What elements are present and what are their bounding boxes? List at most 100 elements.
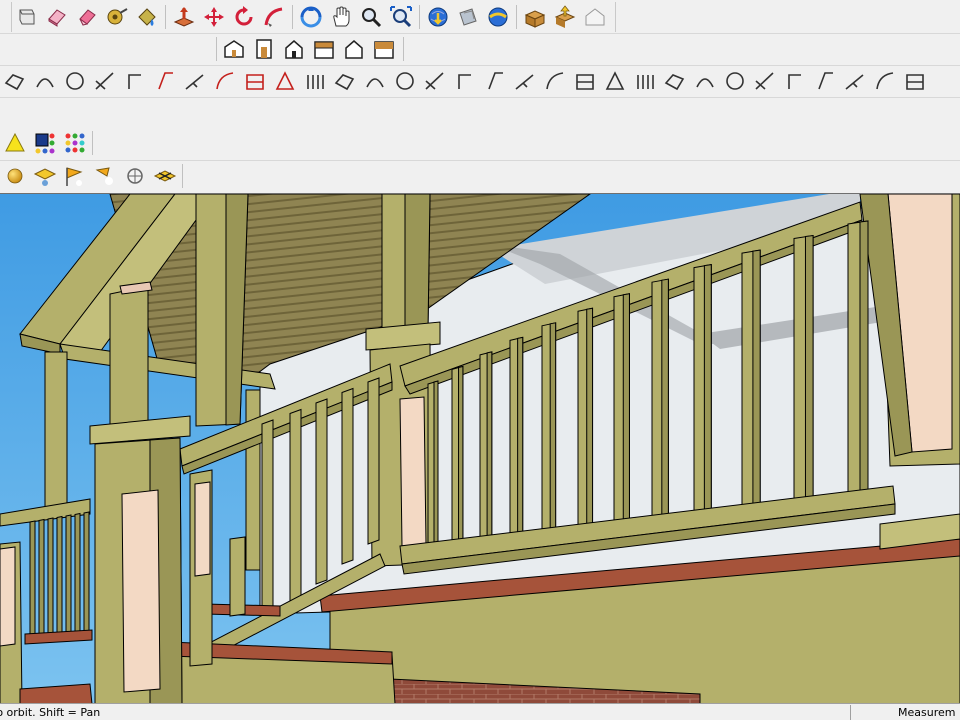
- column-left: [109, 285, 149, 430]
- plugin-tool-icon[interactable]: [330, 66, 360, 96]
- toolbar-row-views: [216, 34, 404, 64]
- baluster-side: [586, 307, 594, 531]
- color-palette-icon[interactable]: [60, 128, 90, 158]
- plugin-tool-icon[interactable]: [510, 66, 540, 96]
- share-model-icon[interactable]: [453, 2, 483, 32]
- plugin-tool-icon[interactable]: [120, 66, 150, 96]
- section-plane-icon[interactable]: [30, 161, 60, 191]
- rotate-icon[interactable]: [229, 2, 259, 32]
- eraser-icon[interactable]: [72, 2, 102, 32]
- left-baluster: [83, 511, 90, 637]
- move-icon[interactable]: [199, 2, 229, 32]
- sphere-icon[interactable]: [0, 161, 30, 191]
- porch-model-scene: [0, 194, 960, 703]
- baluster-side: [804, 234, 814, 503]
- left-baluster: [38, 518, 45, 637]
- plugin-tool-icon[interactable]: [570, 66, 600, 96]
- plugin-tool-icon[interactable]: [240, 66, 270, 96]
- zoom-extents-icon[interactable]: [386, 2, 416, 32]
- model-viewport[interactable]: [0, 193, 960, 703]
- paint-bucket-icon[interactable]: [132, 2, 162, 32]
- baluster-side: [433, 380, 439, 559]
- status-hint: to orbit. Shift = Pan: [0, 706, 101, 719]
- toolbar-edge: [0, 2, 12, 32]
- tape-measure-icon[interactable]: [102, 2, 132, 32]
- newel-panel: [121, 489, 161, 693]
- plugin-tool-icon[interactable]: [150, 66, 180, 96]
- plugin-tool-icon[interactable]: [720, 66, 750, 96]
- baluster-side: [859, 220, 869, 497]
- view-front-icon[interactable]: [279, 34, 309, 64]
- plugin-tool-icon[interactable]: [750, 66, 780, 96]
- view-right-icon[interactable]: [309, 34, 339, 64]
- plugin-tool-icon[interactable]: [90, 66, 120, 96]
- stair-baluster: [289, 408, 302, 605]
- plugin-tool-icon[interactable]: [660, 66, 690, 96]
- plugin-tool-icon[interactable]: [810, 66, 840, 96]
- toolbar-row-styles: [0, 128, 93, 158]
- share-component-icon[interactable]: [483, 2, 513, 32]
- plugin-tool-icon[interactable]: [360, 66, 390, 96]
- zoom-icon[interactable]: [356, 2, 386, 32]
- view-front-door-icon[interactable]: [249, 34, 279, 64]
- section-flag-icon[interactable]: [60, 161, 90, 191]
- left-baluster: [47, 517, 54, 637]
- plugin-tool-icon[interactable]: [270, 66, 300, 96]
- toolbar-area: [0, 0, 960, 193]
- view-top-icon[interactable]: [369, 34, 399, 64]
- toolbar-row-sections: [0, 161, 183, 191]
- status-bar: to orbit. Shift = Pan Measurem: [0, 703, 960, 720]
- baluster-side: [549, 322, 557, 537]
- toolbar-row-standard: [0, 2, 616, 32]
- view-iso-icon[interactable]: [219, 34, 249, 64]
- baluster-side: [517, 336, 524, 542]
- left-baluster: [65, 514, 72, 637]
- baluster-side: [752, 249, 761, 508]
- view-back-icon[interactable]: [339, 34, 369, 64]
- baluster-side: [458, 365, 464, 553]
- plugin-tool-icon[interactable]: [840, 66, 870, 96]
- plugin-tool-icon[interactable]: [540, 66, 570, 96]
- measurements-label: Measurem: [898, 706, 956, 719]
- orbit-icon[interactable]: [296, 2, 326, 32]
- left-baluster: [29, 520, 36, 637]
- plugin-tool-icon[interactable]: [30, 66, 60, 96]
- plugin-tool-icon[interactable]: [300, 66, 330, 96]
- plugin-tool-icon[interactable]: [480, 66, 510, 96]
- scroll-icon[interactable]: [12, 2, 42, 32]
- plugin-tool-icon[interactable]: [180, 66, 210, 96]
- import-icon[interactable]: [520, 2, 550, 32]
- styles-icon[interactable]: [30, 128, 60, 158]
- warehouse-icon[interactable]: [580, 2, 610, 32]
- plugin-tool-icon[interactable]: [630, 66, 660, 96]
- column-far-left: [44, 351, 68, 518]
- left-baluster: [74, 512, 81, 637]
- plugin-tool-icon[interactable]: [390, 66, 420, 96]
- plugin-tool-icon[interactable]: [900, 66, 930, 96]
- plugin-tool-icon[interactable]: [210, 66, 240, 96]
- stair-baluster: [315, 398, 328, 585]
- shadows-icon[interactable]: [0, 128, 30, 158]
- plugin-tool-icon[interactable]: [600, 66, 630, 96]
- follow-me-icon[interactable]: [259, 2, 289, 32]
- plugin-tool-icon[interactable]: [450, 66, 480, 96]
- section-display-icon[interactable]: [90, 161, 120, 191]
- baluster-side: [703, 264, 712, 514]
- balusters-left: [29, 511, 90, 637]
- sun-icon[interactable]: [120, 161, 150, 191]
- stair-baluster: [367, 377, 380, 545]
- pan-icon[interactable]: [326, 2, 356, 32]
- plugin-tool-icon[interactable]: [0, 66, 30, 96]
- push-pull-icon[interactable]: [169, 2, 199, 32]
- plugin-tool-icon[interactable]: [690, 66, 720, 96]
- toolbar-row-plugins: [0, 66, 930, 96]
- dimension-plane-icon[interactable]: [150, 161, 180, 191]
- eraser-3d-icon[interactable]: [42, 2, 72, 32]
- get-models-icon[interactable]: [423, 2, 453, 32]
- plugin-tool-icon[interactable]: [870, 66, 900, 96]
- plugin-tool-icon[interactable]: [60, 66, 90, 96]
- baluster-side: [622, 293, 630, 525]
- plugin-tool-icon[interactable]: [780, 66, 810, 96]
- plugin-tool-icon[interactable]: [420, 66, 450, 96]
- export-icon[interactable]: [550, 2, 580, 32]
